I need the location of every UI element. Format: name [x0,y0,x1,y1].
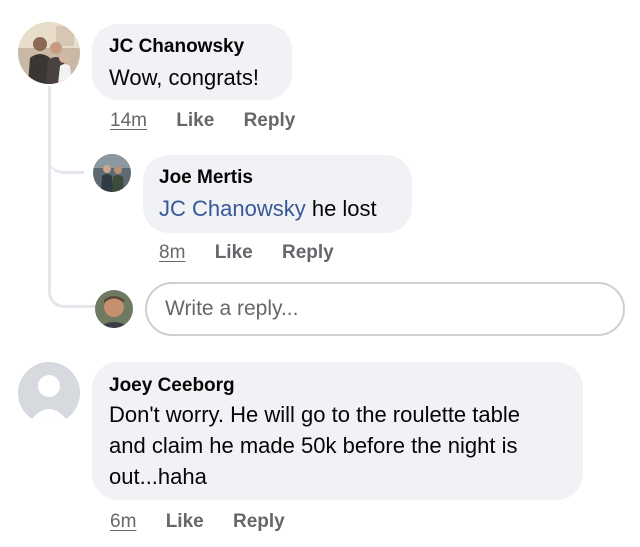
thread-connector-line [48,86,106,308]
current-user-avatar [95,290,133,328]
profile-photo-icon [18,22,80,84]
like-button[interactable]: Like [176,110,214,131]
comment-author[interactable]: JC Chanowsky [109,36,292,58]
reply-actions: 8m Like Reply [159,242,358,264]
default-avatar-icon [18,362,80,424]
reply-timestamp[interactable]: 8m [159,242,185,263]
reply-bubble: Joe Mertis JC Chanowsky he lost [143,155,412,233]
thread-branch-line [48,140,84,174]
write-reply-input[interactable] [145,282,625,336]
comment-text-line: and claim he made 50k before the night i… [109,433,518,458]
reply-text: JC Chanowsky he lost [159,193,412,224]
comment-actions: 14m Like Reply [110,110,319,132]
reply-button[interactable]: Reply [233,511,285,532]
reply-button[interactable]: Reply [244,110,296,131]
like-button[interactable]: Like [215,242,253,263]
reply-author[interactable]: Joe Mertis [159,167,412,189]
avatar-joey-ceeborg[interactable] [18,362,80,424]
profile-photo-icon [93,154,131,192]
comment-actions: 6m Like Reply [110,511,309,533]
comment-author[interactable]: Joey Ceeborg [109,375,583,397]
comment-text: Don't worry. He will go to the roulette … [109,399,583,492]
avatar-jc-chanowsky[interactable] [18,22,80,84]
comment-bubble: JC Chanowsky Wow, congrats! [92,24,292,100]
comment-text-line: Don't worry. He will go to the roulette … [109,402,520,427]
profile-photo-icon [95,290,133,328]
comment-timestamp[interactable]: 14m [110,110,147,131]
mention-link[interactable]: JC Chanowsky [159,196,306,221]
comment-text-line: out...haha [109,464,207,489]
reply-button[interactable]: Reply [282,242,334,263]
reply-text-body: he lost [305,196,377,221]
avatar-joe-mertis[interactable] [93,154,131,192]
comment-text: Wow, congrats! [109,65,259,90]
comment-timestamp[interactable]: 6m [110,511,136,532]
like-button[interactable]: Like [166,511,204,532]
comment-bubble: Joey Ceeborg Don't worry. He will go to … [92,362,583,500]
